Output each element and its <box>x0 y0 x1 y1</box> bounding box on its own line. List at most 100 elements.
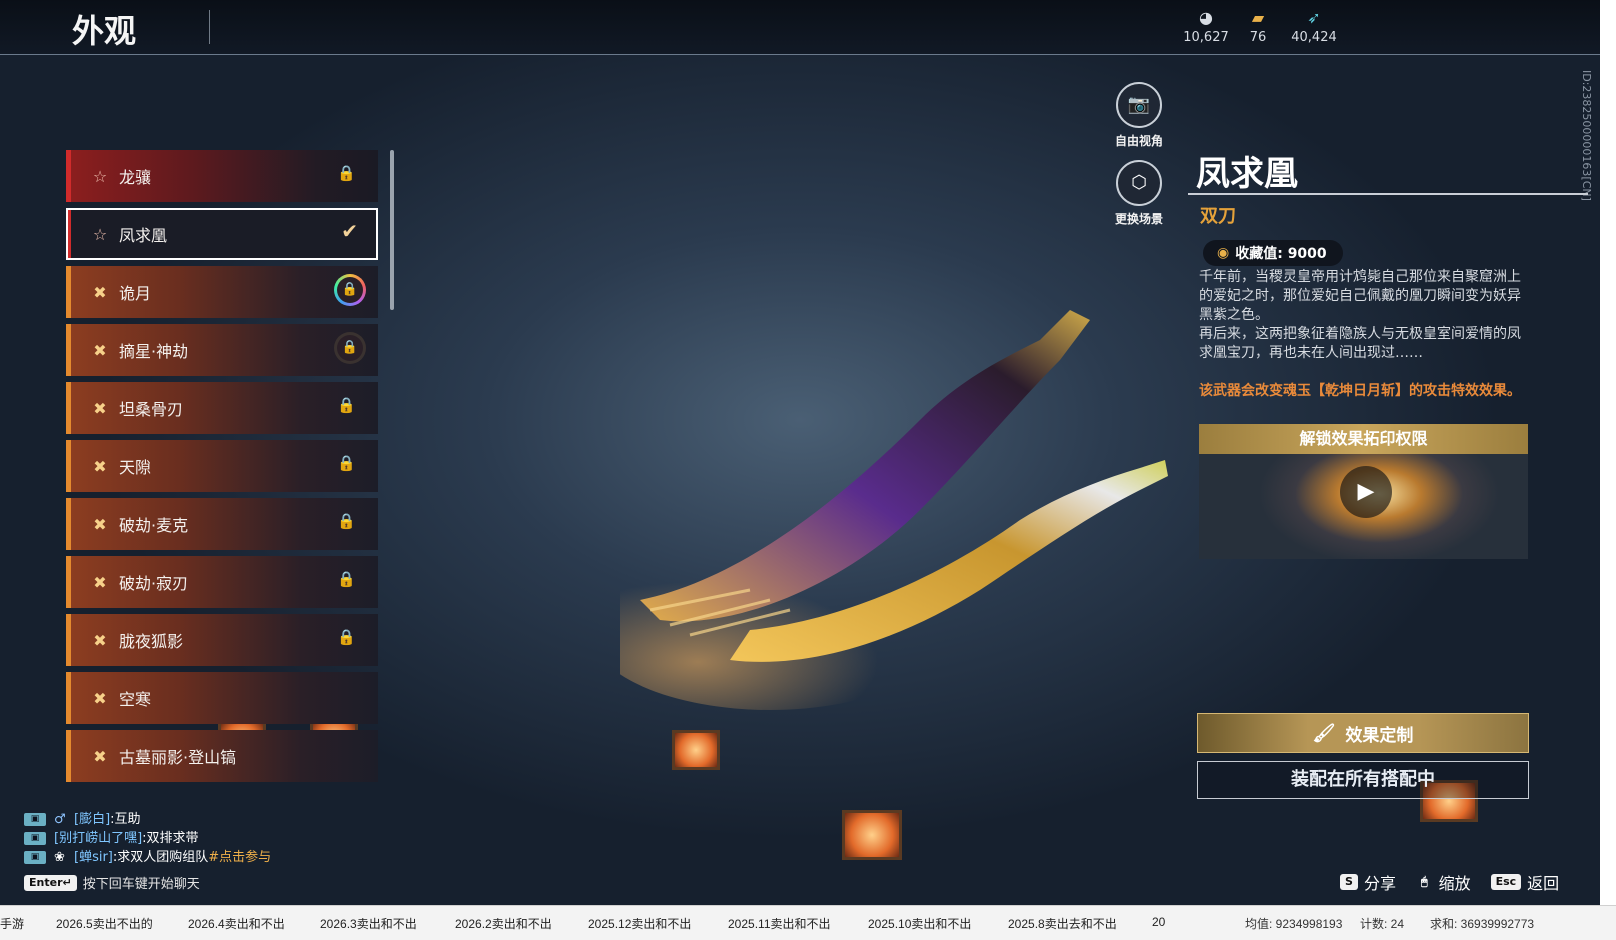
list-scrollbar[interactable] <box>390 150 394 310</box>
free-view-label: 自由视角 <box>1114 134 1163 148</box>
ring-lock-icon: 🔒 <box>334 332 366 364</box>
sheet-tab[interactable]: 2025.10卖出和不出 <box>868 915 971 932</box>
share-label: 分享 <box>1363 874 1396 893</box>
currency-feather: ➶ 40,424 <box>1284 8 1344 45</box>
lock-icon: 🔒 <box>337 396 356 414</box>
star-icon: ☆ <box>92 166 108 186</box>
lock-icon: 🔒 <box>337 570 356 588</box>
feather-icon: ➶ <box>1307 8 1321 27</box>
list-item-selected[interactable]: ☆ 凤求凰 ✔ <box>66 208 378 260</box>
skin-name: 坦桑骨刃 <box>119 400 184 419</box>
skin-name: 摘星·神劫 <box>119 342 189 361</box>
effect-customize-button[interactable]: 🖌 效果定制 <box>1197 713 1529 753</box>
play-icon[interactable]: ▶ <box>1340 466 1392 518</box>
skin-name: 胧夜狐影 <box>119 632 184 651</box>
cross-icon: ✖ <box>93 282 107 302</box>
chat-sender[interactable]: [膨白] <box>74 810 110 829</box>
weapon-type: 双刀 <box>1200 206 1236 227</box>
sheet-tab[interactable]: 手游 <box>0 915 24 932</box>
mouse-icon: 🖱 <box>1420 875 1428 888</box>
list-item[interactable]: ✖ 破劫·麦克 🔒 <box>66 498 378 550</box>
equip-all-button[interactable]: 装配在所有搭配中 <box>1197 761 1529 799</box>
spreadsheet-tab-bar: 手游 2026.5卖出不出的 2026.4卖出和不出 2026.3卖出和不出 2… <box>0 905 1616 940</box>
top-bar: 外观 ◕ 10,627 ▰ 76 ➶ 40,424 <box>0 0 1600 55</box>
list-item[interactable]: ✖ 空寒 <box>66 672 378 724</box>
collection-value: 收藏值: 9000 <box>1235 246 1327 262</box>
cross-icon: ✖ <box>93 340 107 360</box>
sheet-tab[interactable]: 2026.4卖出和不出 <box>188 915 285 932</box>
sheet-tab[interactable]: 2026.2卖出和不出 <box>455 915 552 932</box>
sheet-tab[interactable]: 2026.5卖出不出的 <box>56 915 153 932</box>
change-scene-button[interactable]: ⬡ 更换场景 <box>1094 160 1184 227</box>
list-item[interactable]: ✖ 天隙 🔒 <box>66 440 378 492</box>
back-hotkey[interactable]: Esc 返回 <box>1490 870 1560 894</box>
sheet-tab[interactable]: 2026.3卖出和不出 <box>320 915 417 932</box>
currency-coin: ◕ 10,627 <box>1176 8 1236 45</box>
lock-icon: 🔒 <box>337 164 356 182</box>
sheet-tab[interactable]: 2025.11卖出和不出 <box>728 915 831 932</box>
unlock-title: 解锁效果拓印权限 <box>1199 424 1528 454</box>
skin-name: 龙骧 <box>119 168 152 187</box>
background-window-edge <box>1600 0 1616 905</box>
skin-name: 凤求凰 <box>119 226 168 245</box>
cube-icon: ⬡ <box>1116 160 1162 206</box>
effect-note: 该武器会改变魂玉【乾坤日月斩】的攻击特效效果。 <box>1199 383 1521 399</box>
list-item[interactable]: ✖ 摘星·神劫 🔒 <box>66 324 378 376</box>
stat-count: 计数: 24 <box>1360 917 1405 931</box>
share-hotkey[interactable]: S 分享 <box>1340 870 1396 894</box>
sheet-tab[interactable]: 2025.12卖出和不出 <box>588 915 691 932</box>
chat-sender[interactable]: [别打崂山了嘿] <box>54 829 142 848</box>
zoom-hotkey[interactable]: 🖱 缩放 <box>1416 870 1471 894</box>
effect-video-preview[interactable]: ▶ <box>1199 454 1528 559</box>
ring-lock-icon: 🔒 <box>334 274 366 306</box>
hotkey-bar: S 分享 🖱 缩放 Esc 返回 <box>1340 870 1579 894</box>
stat-average: 均值: 9234998193 <box>1245 917 1343 931</box>
sheet-tab[interactable]: 20 <box>1152 915 1165 929</box>
cross-icon: ✖ <box>93 514 107 534</box>
chat-join-link[interactable]: #点击参与 <box>208 848 271 867</box>
chat-sender[interactable]: [蝉sir] <box>74 848 113 867</box>
cross-icon: ✖ <box>93 456 107 476</box>
brush-icon: 🖌 <box>1312 722 1336 744</box>
chat-text: :双排求带 <box>142 831 199 846</box>
cross-icon: ✖ <box>93 572 107 592</box>
cross-icon: ✖ <box>93 630 107 650</box>
lock-icon: 🔒 <box>337 628 356 646</box>
description-paragraph: 千年前，当稷灵皇帝用计鸩毙自己那位来自聚窟洲上的爱妃之时，那位爱妃自己佩戴的凰刀… <box>1199 269 1521 323</box>
list-item[interactable]: ☆ 龙骧 🔒 <box>66 150 378 202</box>
currency-value: 10,627 <box>1183 30 1229 45</box>
stat-sum: 求和: 36939992773 <box>1430 917 1535 931</box>
description-paragraph: 再后来，这两把象征着隐族人与无极皇室间爱情的凤求凰宝刀，再也未在人间出现过…… <box>1199 326 1521 361</box>
channel-icon: ▣ <box>24 832 46 845</box>
chat-text: :互助 <box>110 812 141 827</box>
cross-icon: ✖ <box>93 398 107 418</box>
game-viewport: 外观 ◕ 10,627 ▰ 76 ➶ 40,424 ID:23825000001… <box>0 0 1600 905</box>
chat-hint[interactable]: Enter↵ 按下回车键开始聊天 <box>24 873 200 892</box>
lantern-decoration <box>842 810 902 860</box>
esc-key: Esc <box>1490 874 1522 890</box>
camera-icon: 📷 <box>1116 82 1162 128</box>
cross-icon: ✖ <box>93 746 107 766</box>
unlock-effect-panel[interactable]: 解锁效果拓印权限 ▶ <box>1199 424 1528 559</box>
list-item[interactable]: ✖ 坦桑骨刃 🔒 <box>66 382 378 434</box>
weapon-name: 凤求凰 <box>1196 154 1298 194</box>
check-icon: ✔ <box>341 219 358 243</box>
skin-name: 古墓丽影·登山镐 <box>119 748 237 767</box>
lantern-decoration <box>672 730 720 770</box>
weapon-preview[interactable] <box>620 300 1210 720</box>
sheet-tab[interactable]: 2025.8卖出去和不出 <box>1008 915 1117 932</box>
skin-name: 诡月 <box>119 284 152 303</box>
skin-name: 破劫·麦克 <box>119 516 189 535</box>
list-item[interactable]: ✖ 胧夜狐影 🔒 <box>66 614 378 666</box>
channel-icon: ▣ <box>24 813 46 826</box>
chat-text: :求双人团购组队 <box>112 850 209 865</box>
change-scene-label: 更换场景 <box>1114 212 1163 226</box>
list-item[interactable]: ✖ 诡月 🔒 <box>66 266 378 318</box>
free-view-button[interactable]: 📷 自由视角 <box>1094 82 1184 149</box>
list-item[interactable]: ✖ 破劫·寂刃 🔒 <box>66 556 378 608</box>
list-item[interactable]: ✖ 古墓丽影·登山镐 <box>66 730 378 782</box>
coin-icon: ◕ <box>1199 8 1213 27</box>
back-label: 返回 <box>1527 874 1560 893</box>
currency-ticket: ▰ 76 <box>1228 8 1288 45</box>
skin-name: 空寒 <box>119 690 152 709</box>
